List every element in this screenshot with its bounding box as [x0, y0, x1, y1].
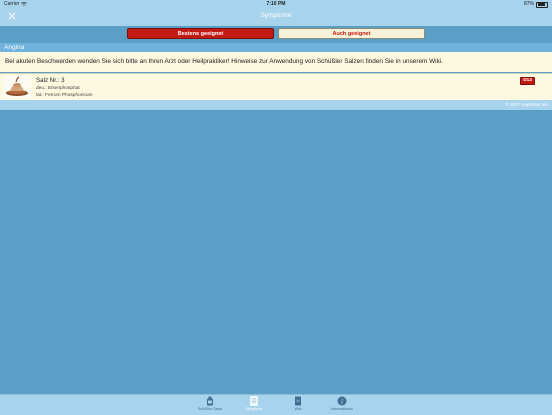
bottle-icon: [207, 396, 213, 406]
list-icon: [250, 396, 258, 406]
salt-number: Salz Nr.: 3: [36, 77, 65, 84]
svg-text:W: W: [296, 399, 300, 404]
nav-bar: Symptome: [0, 9, 552, 26]
battery-indicator: 87%: [524, 0, 548, 9]
section-header: Angina: [0, 43, 552, 52]
tab-label: Wiki: [294, 407, 302, 411]
page-title: Symptome: [260, 12, 292, 19]
salt-german-name: deu.: Eisenphosphat: [36, 86, 80, 91]
book-icon: W: [295, 396, 301, 406]
suitability-segmented-control: Bestens geeignet Auch geeignet: [127, 28, 425, 40]
copyright-text: © 2017 Appstreet.net: [505, 102, 548, 107]
tab-label: Schüßler Salze: [197, 407, 223, 411]
battery-percent: 87%: [523, 1, 534, 7]
info-icon: i: [337, 396, 347, 406]
salt-list-item[interactable]: Salz Nr.: 3 deu.: Eisenphosphat lat.: Fe…: [0, 73, 552, 100]
tab-label: Informationen: [331, 407, 353, 411]
potency-badge: D12: [520, 77, 535, 85]
status-time: 7:10 PM: [266, 1, 286, 7]
segment-best-suited[interactable]: Bestens geeignet: [127, 28, 274, 39]
tab-schuessler-salze[interactable]: Schüßler Salze: [192, 396, 228, 414]
notice-text: Bei akuten Beschwerden wenden Sie sich b…: [5, 58, 443, 65]
segment-also-suited[interactable]: Auch geeignet: [278, 28, 425, 39]
copyright-bar: © 2017 Appstreet.net: [0, 100, 552, 110]
tab-label: Symptome: [245, 407, 263, 411]
tab-symptome[interactable]: Symptome: [236, 396, 272, 414]
svg-text:i: i: [341, 399, 343, 406]
tab-wiki[interactable]: W Wiki: [280, 396, 316, 414]
tab-informationen[interactable]: i Informationen: [324, 396, 360, 414]
tab-bar: Schüßler Salze Symptome W Wiki i Informa…: [0, 394, 552, 415]
section-title: Angina: [4, 44, 25, 51]
notice-banner: Bei akuten Beschwerden wenden Sie sich b…: [0, 52, 552, 72]
salt-latin-name: lat.: Ferrum Phosphoricum: [36, 93, 93, 98]
status-bar: Carrier 7:10 PM 87%: [0, 0, 552, 9]
salt-thumbnail-image: [3, 76, 31, 98]
battery-icon: [536, 1, 548, 8]
